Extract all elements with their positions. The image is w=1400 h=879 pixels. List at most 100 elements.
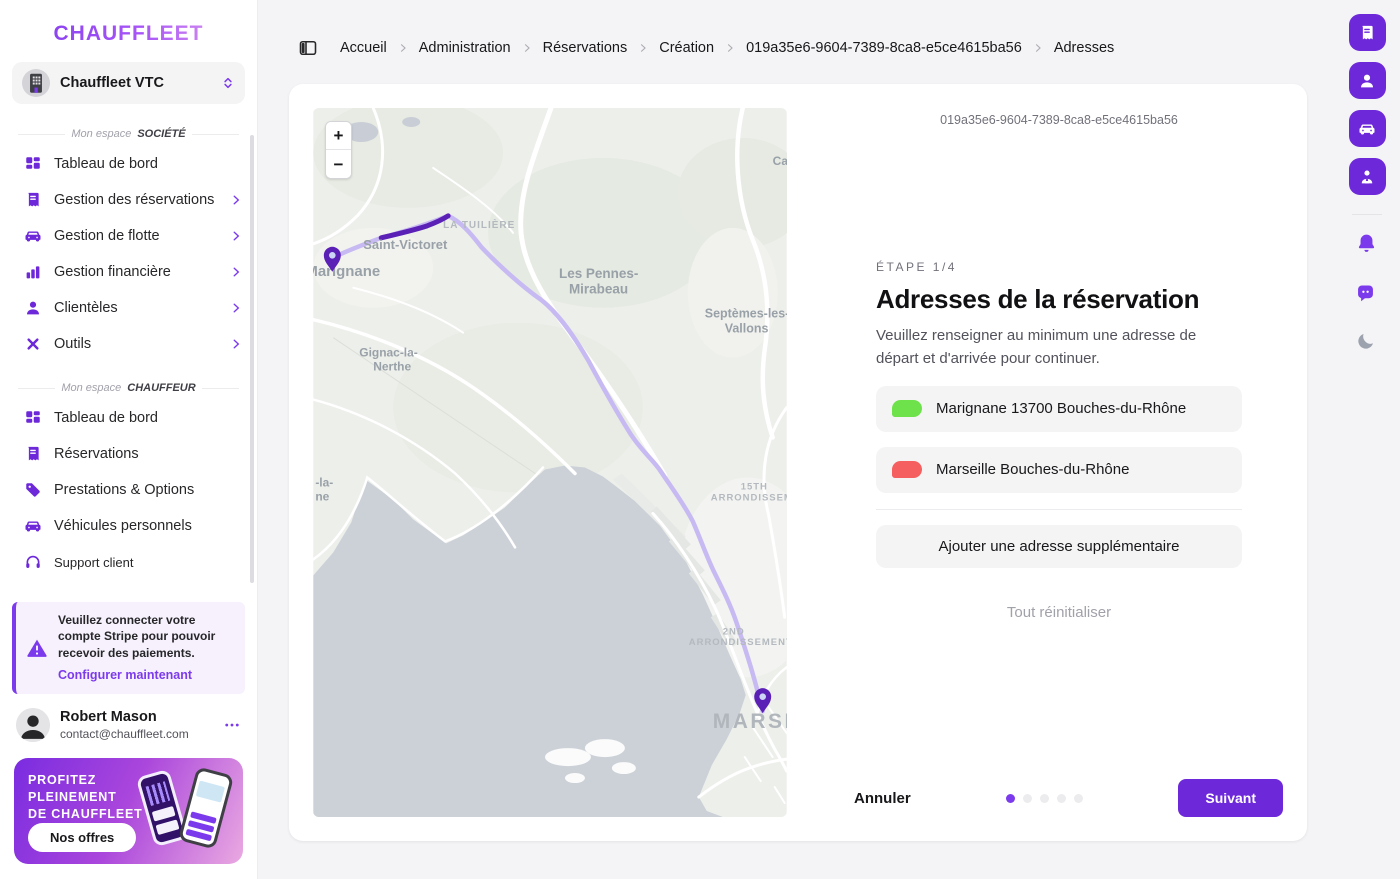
sidebar-item-support-client[interactable]: Support client — [0, 544, 257, 580]
promo-offers-button[interactable]: Nos offres — [28, 823, 136, 852]
vehicle-shortcut-button[interactable] — [1349, 110, 1386, 147]
user-name: Robert Mason — [60, 709, 189, 726]
sidebar-item-tableau-de-bord-chauffeur[interactable]: Tableau de bord — [0, 400, 257, 436]
section-header-societe: Mon espace SOCIÉTÉ — [18, 128, 239, 140]
chevron-right-icon — [229, 229, 243, 243]
reservation-id: 019a35e6-9604-7389-8ca8-e5ce4615ba56 — [835, 113, 1283, 127]
sidebar-item-reservations[interactable]: Réservations — [0, 436, 257, 472]
client-shortcut-button[interactable] — [1349, 62, 1386, 99]
stripe-warning-banner: Veuillez connecter votre compte Stripe p… — [12, 602, 245, 694]
zoom-out-button[interactable]: − — [326, 150, 351, 178]
finance-icon — [24, 263, 42, 281]
breadcrumb-adresses[interactable]: Adresses — [1054, 40, 1114, 56]
divider — [876, 509, 1242, 510]
reservations-shortcut-button[interactable] — [1349, 14, 1386, 51]
reservations-icon — [1358, 24, 1376, 42]
sidebar-item-gestion-financiere[interactable]: Gestion financière — [0, 254, 257, 290]
svg-text:Mirabeau: Mirabeau — [569, 282, 628, 297]
tools-icon — [24, 335, 42, 353]
chevron-right-icon — [229, 193, 243, 207]
sidebar-scrollbar[interactable] — [250, 135, 254, 583]
ellipsis-icon[interactable] — [223, 716, 241, 734]
main-area: Accueil Administration Réservations Créa… — [258, 0, 1334, 879]
chat-icon[interactable] — [1355, 280, 1379, 304]
reset-all-link[interactable]: Tout réinitialiser — [876, 604, 1242, 621]
map-canvas[interactable]: Marignane Saint-Victoret LA TUILIÈRE Les… — [313, 108, 787, 817]
right-rail — [1334, 0, 1400, 879]
sidebar-item-prestations-options[interactable]: Prestations & Options — [0, 472, 257, 508]
chevron-right-icon — [724, 42, 736, 54]
clients-icon — [24, 299, 42, 317]
headset-icon — [24, 553, 42, 571]
promo-phones-illustration — [127, 766, 237, 858]
sidebar-toggle-icon[interactable] — [298, 38, 318, 58]
svg-text:-la-: -la- — [315, 475, 333, 489]
svg-text:Saint-Victoret: Saint-Victoret — [363, 237, 448, 252]
sidebar-item-gestion-reservations[interactable]: Gestion des réservations — [0, 182, 257, 218]
svg-text:Cal: Cal — [773, 154, 787, 168]
route-map[interactable]: Marignane Saint-Victoret LA TUILIÈRE Les… — [313, 108, 787, 817]
sidebar-item-gestion-flotte[interactable]: Gestion de flotte — [0, 218, 257, 254]
section-header-chauffeur: Mon espace CHAUFFEUR — [18, 382, 239, 394]
chevron-right-icon — [229, 265, 243, 279]
page-subtitle: Veuillez renseigner au minimum une adres… — [876, 324, 1242, 371]
sidebar-item-vehicules-personnels[interactable]: Véhicules personnels — [0, 508, 257, 544]
progress-dot-2[interactable] — [1023, 794, 1032, 803]
stripe-warning-text: Veuillez connecter votre compte Stripe p… — [58, 612, 235, 662]
map-zoom-control: + − — [325, 121, 352, 179]
breadcrumb-accueil[interactable]: Accueil — [340, 40, 387, 56]
svg-text:2ND: 2ND — [723, 626, 745, 637]
client-icon — [1358, 72, 1376, 90]
chevron-right-icon — [229, 337, 243, 351]
sidebar: CHAUFFLEET Chauffleet VTC Mon espace SOC… — [0, 0, 258, 879]
breadcrumb: Accueil Administration Réservations Créa… — [298, 38, 1114, 58]
next-button[interactable]: Suivant — [1178, 779, 1283, 817]
address-row-arrival[interactable]: Marseille Bouches-du-Rhône — [876, 447, 1242, 493]
cancel-button[interactable]: Annuler — [854, 790, 911, 807]
svg-text:Les Pennes-: Les Pennes- — [559, 266, 638, 281]
sidebar-nav: Mon espace SOCIÉTÉ Tableau de bord Gesti… — [0, 104, 257, 580]
workspace-selector[interactable]: Chauffleet VTC — [12, 62, 245, 104]
add-address-button[interactable]: Ajouter une adresse supplémentaire — [876, 525, 1242, 568]
moon-icon[interactable] — [1355, 329, 1379, 353]
progress-dot-3[interactable] — [1040, 794, 1049, 803]
svg-text:Septèmes-les-: Septèmes-les- — [705, 307, 787, 321]
sidebar-item-tableau-de-bord[interactable]: Tableau de bord — [0, 146, 257, 182]
breadcrumb-reservation-id[interactable]: 019a35e6-9604-7389-8ca8-e5ce4615ba56 — [746, 40, 1022, 56]
svg-text:ARRONDISSEMENT: ARRONDISSEMENT — [689, 637, 787, 648]
svg-text:Nerthe: Nerthe — [373, 360, 411, 374]
breadcrumb-administration[interactable]: Administration — [419, 40, 511, 56]
rail-divider — [1352, 214, 1382, 215]
reservation-wizard-card: Marignane Saint-Victoret LA TUILIÈRE Les… — [289, 84, 1307, 841]
configure-stripe-link[interactable]: Configurer maintenant — [58, 668, 192, 682]
fleet-icon — [24, 227, 42, 245]
bell-icon[interactable] — [1355, 231, 1379, 255]
zoom-in-button[interactable]: + — [326, 122, 351, 150]
dashboard-icon — [24, 155, 42, 173]
progress-dot-4[interactable] — [1057, 794, 1066, 803]
user-profile[interactable]: Robert Mason contact@chauffleet.com — [0, 696, 257, 754]
chevron-right-icon — [637, 42, 649, 54]
chevron-right-icon — [229, 301, 243, 315]
progress-dot-1[interactable] — [1006, 794, 1015, 803]
avatar — [16, 708, 50, 742]
chevron-right-icon — [1032, 42, 1044, 54]
arrival-address-label: Marseille Bouches-du-Rhône — [936, 461, 1129, 478]
svg-text:Gignac-la-: Gignac-la- — [359, 346, 418, 360]
breadcrumb-creation[interactable]: Création — [659, 40, 714, 56]
sidebar-item-outils[interactable]: Outils — [0, 326, 257, 362]
sidebar-item-clienteles[interactable]: Clientèles — [0, 290, 257, 326]
step-label: ÉTAPE 1/4 — [876, 260, 1242, 274]
breadcrumb-reservations[interactable]: Réservations — [543, 40, 628, 56]
chevron-right-icon — [397, 42, 409, 54]
address-row-departure[interactable]: Marignane 13700 Bouches-du-Rhône — [876, 386, 1242, 432]
progress-dot-5[interactable] — [1074, 794, 1083, 803]
svg-text:15TH: 15TH — [741, 481, 768, 492]
progress-dots — [1006, 794, 1083, 803]
promo-banner[interactable]: PROFITEZ PLEINEMENT DE CHAUFFLEET Nos of… — [14, 758, 243, 864]
svg-text:ARRONDISSEMENT: ARRONDISSEMENT — [711, 492, 787, 503]
svg-text:ne: ne — [315, 489, 329, 503]
driver-shortcut-button[interactable] — [1349, 158, 1386, 195]
warning-icon — [26, 637, 48, 659]
driver-icon — [1358, 168, 1376, 186]
